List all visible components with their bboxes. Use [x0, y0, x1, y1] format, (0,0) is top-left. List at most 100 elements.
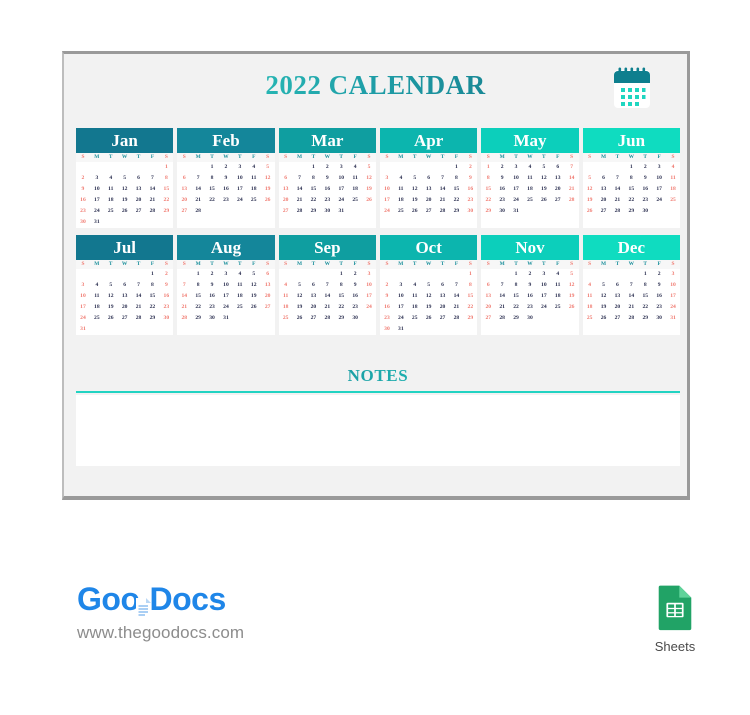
- day-cell[interactable]: 2: [380, 280, 394, 291]
- day-cell[interactable]: 28: [131, 313, 146, 324]
- day-cell[interactable]: 17: [536, 291, 551, 302]
- day-cell[interactable]: 27: [177, 206, 192, 217]
- day-cell[interactable]: 21: [495, 302, 510, 313]
- day-cell[interactable]: 14: [624, 291, 639, 302]
- day-cell[interactable]: 12: [596, 291, 611, 302]
- day-cell[interactable]: 15: [145, 291, 160, 302]
- day-cell[interactable]: 24: [536, 302, 551, 313]
- day-cell[interactable]: 13: [550, 173, 565, 184]
- day-cell[interactable]: 13: [306, 291, 321, 302]
- day-cell[interactable]: 3: [334, 162, 349, 173]
- day-cell[interactable]: 16: [523, 291, 537, 302]
- day-cell[interactable]: 3: [666, 269, 680, 280]
- day-cell[interactable]: 5: [103, 280, 118, 291]
- day-cell[interactable]: 14: [495, 291, 510, 302]
- day-cell[interactable]: 5: [117, 173, 132, 184]
- day-cell[interactable]: 27: [278, 206, 293, 217]
- day-cell[interactable]: 22: [159, 195, 174, 206]
- day-cell[interactable]: 17: [652, 184, 667, 195]
- day-cell[interactable]: 11: [103, 184, 118, 195]
- day-cell[interactable]: 29: [334, 313, 349, 324]
- day-cell[interactable]: 27: [435, 313, 450, 324]
- day-cell[interactable]: 19: [117, 195, 132, 206]
- day-cell[interactable]: 19: [246, 291, 261, 302]
- day-cell[interactable]: 29: [306, 206, 321, 217]
- day-cell[interactable]: 4: [246, 162, 261, 173]
- day-cell[interactable]: 29: [463, 313, 478, 324]
- day-cell[interactable]: 31: [334, 206, 349, 217]
- day-cell[interactable]: 25: [103, 206, 118, 217]
- day-cell[interactable]: 20: [177, 195, 192, 206]
- day-cell[interactable]: 17: [232, 184, 247, 195]
- day-cell[interactable]: 22: [624, 195, 639, 206]
- day-cell[interactable]: 10: [652, 173, 667, 184]
- day-cell[interactable]: 9: [76, 184, 90, 195]
- day-cell[interactable]: 6: [481, 280, 496, 291]
- day-cell[interactable]: 4: [103, 173, 118, 184]
- day-cell[interactable]: 7: [292, 173, 307, 184]
- day-cell[interactable]: 6: [177, 173, 192, 184]
- day-cell[interactable]: 19: [421, 302, 436, 313]
- day-cell[interactable]: 21: [610, 195, 625, 206]
- day-cell[interactable]: 18: [582, 302, 597, 313]
- day-cell[interactable]: 1: [334, 269, 349, 280]
- day-cell[interactable]: 23: [463, 195, 478, 206]
- day-cell[interactable]: 16: [76, 195, 90, 206]
- day-cell[interactable]: 21: [564, 184, 579, 195]
- day-cell[interactable]: 14: [177, 291, 192, 302]
- day-cell[interactable]: 23: [205, 302, 219, 313]
- day-cell[interactable]: 14: [131, 291, 146, 302]
- day-cell[interactable]: 31: [666, 313, 680, 324]
- day-cell[interactable]: 30: [159, 313, 174, 324]
- day-cell[interactable]: 12: [407, 184, 422, 195]
- day-cell[interactable]: 26: [421, 313, 436, 324]
- day-cell[interactable]: 24: [652, 195, 667, 206]
- day-cell[interactable]: 22: [145, 302, 160, 313]
- day-cell[interactable]: 22: [509, 302, 523, 313]
- day-cell[interactable]: 17: [509, 184, 523, 195]
- day-cell[interactable]: 11: [393, 184, 408, 195]
- day-cell[interactable]: 8: [159, 173, 174, 184]
- day-cell[interactable]: 15: [191, 291, 206, 302]
- day-cell[interactable]: 28: [292, 206, 307, 217]
- day-cell[interactable]: 23: [348, 302, 363, 313]
- day-cell[interactable]: 28: [564, 195, 579, 206]
- day-cell[interactable]: 28: [624, 313, 639, 324]
- day-cell[interactable]: 1: [145, 269, 160, 280]
- day-cell[interactable]: 21: [320, 302, 335, 313]
- day-cell[interactable]: 12: [362, 173, 376, 184]
- day-cell[interactable]: 11: [246, 173, 261, 184]
- day-cell[interactable]: 19: [564, 291, 579, 302]
- day-cell[interactable]: 8: [463, 280, 478, 291]
- day-cell[interactable]: 2: [638, 162, 653, 173]
- day-cell[interactable]: 28: [177, 313, 192, 324]
- day-cell[interactable]: 7: [177, 280, 192, 291]
- day-cell[interactable]: 11: [550, 280, 565, 291]
- day-cell[interactable]: 26: [536, 195, 551, 206]
- day-cell[interactable]: 1: [205, 162, 219, 173]
- day-cell[interactable]: 23: [523, 302, 537, 313]
- brand-url[interactable]: www.thegoodocs.com: [77, 623, 244, 643]
- day-cell[interactable]: 13: [610, 291, 625, 302]
- day-cell[interactable]: 10: [232, 173, 247, 184]
- day-cell[interactable]: 26: [596, 313, 611, 324]
- day-cell[interactable]: 30: [652, 313, 667, 324]
- day-cell[interactable]: 2: [523, 269, 537, 280]
- day-cell[interactable]: 22: [334, 302, 349, 313]
- day-cell[interactable]: 19: [407, 195, 422, 206]
- day-cell[interactable]: 1: [306, 162, 321, 173]
- day-cell[interactable]: 10: [509, 173, 523, 184]
- day-cell[interactable]: 9: [495, 173, 510, 184]
- day-cell[interactable]: 12: [536, 173, 551, 184]
- notes-input[interactable]: [76, 395, 680, 466]
- day-cell[interactable]: 13: [421, 184, 436, 195]
- day-cell[interactable]: 3: [393, 280, 408, 291]
- day-cell[interactable]: 5: [421, 280, 436, 291]
- day-cell[interactable]: 18: [246, 184, 261, 195]
- day-cell[interactable]: 7: [131, 280, 146, 291]
- day-cell[interactable]: 28: [191, 206, 206, 217]
- day-cell[interactable]: 15: [624, 184, 639, 195]
- day-cell[interactable]: 26: [407, 206, 422, 217]
- day-cell[interactable]: 2: [159, 269, 174, 280]
- day-cell[interactable]: 24: [219, 302, 233, 313]
